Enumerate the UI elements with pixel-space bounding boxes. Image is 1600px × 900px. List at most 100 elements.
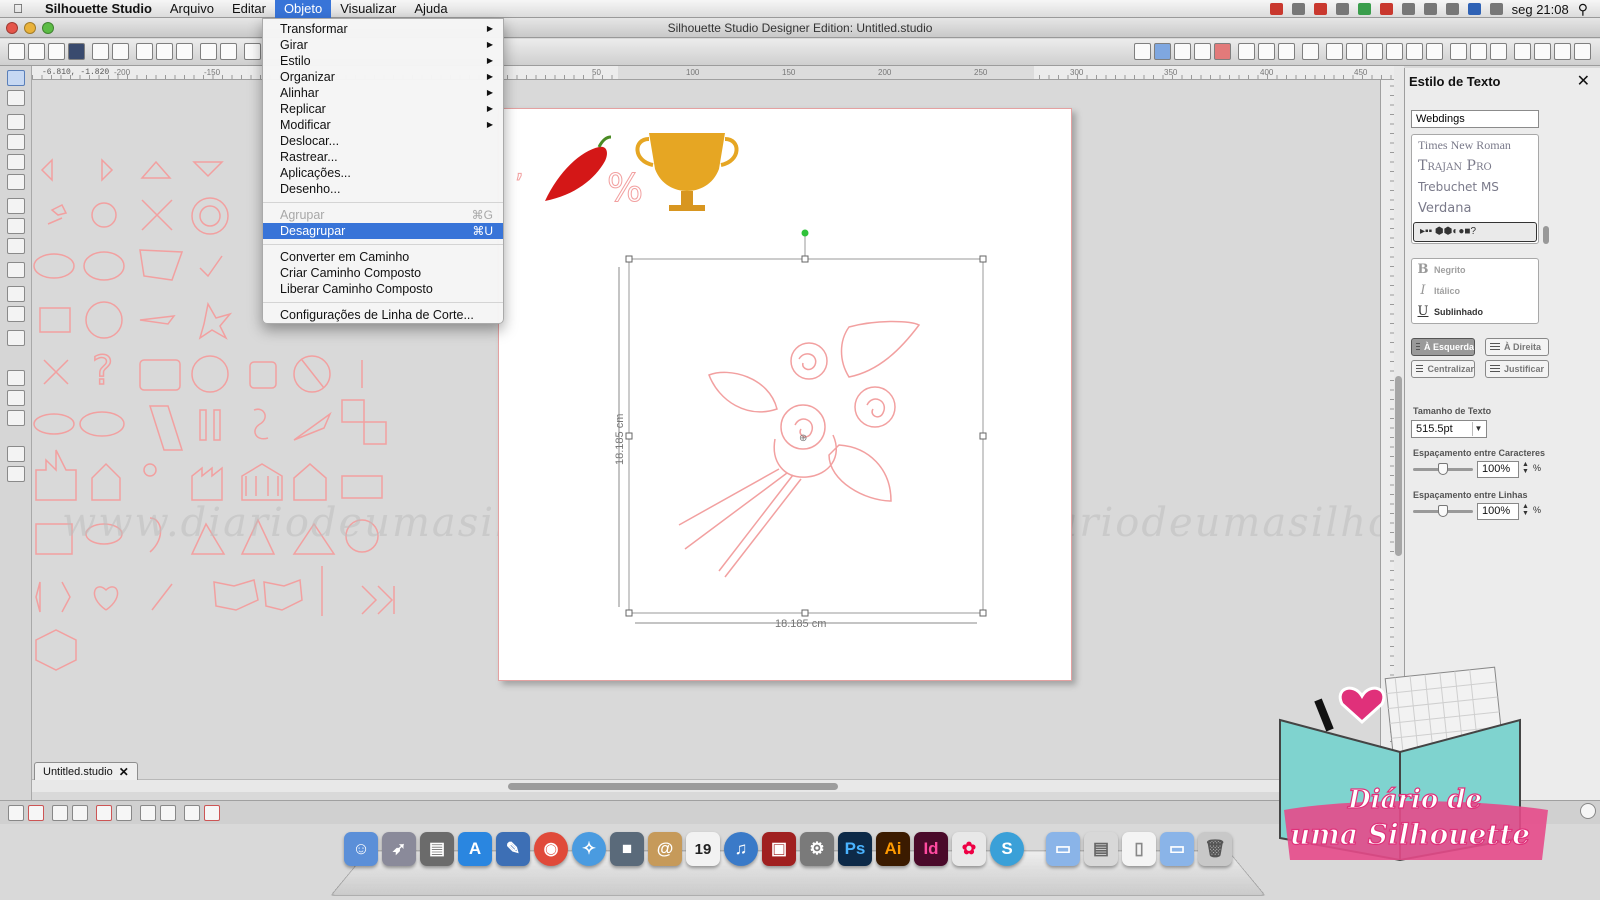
scale-icon[interactable] [1366,43,1383,60]
skype-icon[interactable] [1313,3,1327,15]
rounded-rectangle-tool-icon[interactable] [7,154,25,170]
manager-icon[interactable]: ▤ [420,832,454,866]
eraser-tool-icon[interactable] [7,286,25,302]
text-size-select[interactable]: 515.5pt ▼ [1411,420,1487,438]
modify-icon[interactable] [1278,43,1295,60]
itunes-icon[interactable]: ♫ [724,832,758,866]
design-store-icon[interactable] [1514,43,1531,60]
scissors-icon[interactable] [176,43,193,60]
safari-icon[interactable]: ✧ [572,832,606,866]
menu-app-name[interactable]: Silhouette Studio [36,0,161,18]
freehand-tool-icon[interactable] [7,238,25,254]
menu-item-transformar[interactable]: Transformar ▶ [263,21,503,37]
menu-item-converter-caminho[interactable]: Converter em Caminho [263,249,503,265]
char-spacing-slider[interactable] [1413,463,1473,475]
ellipse-tool-icon[interactable] [7,174,25,190]
menu-objeto[interactable]: Objeto [274,0,332,18]
indesign-icon[interactable]: Id [914,832,948,866]
save-icon[interactable] [48,43,65,60]
print-icon[interactable] [92,43,109,60]
menu-item-deslocar[interactable]: Deslocar... [263,133,503,149]
undo-icon[interactable] [200,43,217,60]
paste-icon[interactable] [156,43,173,60]
facetime-icon[interactable]: ■ [610,832,644,866]
eyedropper-tool-icon[interactable] [7,330,25,346]
bluetooth-icon[interactable] [1423,3,1437,15]
cut-style-icon[interactable] [1214,43,1231,60]
calendar-icon[interactable]: 19 [686,832,720,866]
line-color-icon[interactable] [1154,43,1171,60]
menu-item-rastrear[interactable]: Rastrear... [263,149,503,165]
fill-icon[interactable] [1134,43,1151,60]
page-setup-icon[interactable] [1450,43,1467,60]
char-spacing-knob[interactable] [1438,463,1448,475]
trash-icon[interactable]: 🗑 [1198,832,1232,866]
pause-icon[interactable] [1379,3,1393,15]
sync-icon[interactable] [1357,3,1371,15]
align-icon[interactable] [1238,43,1255,60]
menu-item-estilo[interactable]: Estilo ▶ [263,53,503,69]
app-store-icon[interactable]: A [458,832,492,866]
text-style-icon[interactable] [1302,43,1319,60]
time-machine-icon[interactable] [1401,3,1415,15]
trace-icon[interactable] [1426,43,1443,60]
rectangle-tool-icon[interactable] [7,134,25,150]
font-item-times[interactable]: Times New Roman [1412,135,1538,156]
menu-item-desenho[interactable]: Desenho... [263,181,503,197]
pinwheel-icon[interactable]: ✿ [952,832,986,866]
silhouette-studio-icon[interactable]: S [990,832,1024,866]
font-item-verdana[interactable]: Verdana [1412,198,1538,219]
apple-icon[interactable]:  [0,1,36,16]
line-spacing-stepper[interactable]: ▲ ▼ [1522,503,1529,517]
send-to-silhouette-icon[interactable] [1490,43,1507,60]
transform-icon[interactable] [1326,43,1343,60]
font-item-webdings-selected[interactable]: ▸▪▪ ⬢⬢◐●■? [1413,222,1537,242]
applications-folder-icon[interactable]: ▭ [1046,832,1080,866]
wifi-icon[interactable] [1445,3,1459,15]
compound-path-icon[interactable] [184,805,200,821]
line-spacing-input[interactable]: 100% [1477,503,1519,520]
horizontal-scrollbar[interactable] [32,779,1380,792]
flag-icon[interactable] [1467,3,1481,15]
weld-icon[interactable] [96,805,112,821]
line-tool-icon[interactable] [7,114,25,130]
cutting-mat-page[interactable]: , % 18.185 cm 18.185 cm ⊕ [498,108,1072,681]
contacts-icon[interactable]: @ [648,832,682,866]
copy-icon[interactable] [136,43,153,60]
audio-icon[interactable] [1291,3,1305,15]
close-panel-icon[interactable]: ✕ [1577,71,1590,91]
clock[interactable]: seg 21:08 [1512,2,1569,17]
point-edit-tool-icon[interactable] [7,90,25,106]
offset-icon[interactable] [1406,43,1423,60]
page-view-icon[interactable] [7,370,25,386]
char-spacing-stepper[interactable]: ▲ ▼ [1522,461,1529,475]
italic-option[interactable]: I Itálico [1412,280,1538,301]
preview-icon[interactable]: ✎ [496,832,530,866]
send-back-icon[interactable] [160,805,176,821]
rotate-icon[interactable] [1346,43,1363,60]
menu-item-aplicacoes[interactable]: Aplicações... [263,165,503,181]
system-preferences-icon[interactable]: ⚙ [800,832,834,866]
font-list[interactable]: Times New Roman Trajan Pro Trebuchet MS … [1411,134,1539,244]
bold-option[interactable]: B Negrito [1412,259,1538,280]
menu-item-alinhar[interactable]: Alinhar ▶ [263,85,503,101]
redo-icon[interactable] [220,43,237,60]
select-tool-icon[interactable] [7,70,25,86]
panel-toggle-icon[interactable] [7,446,25,462]
font-item-trajan[interactable]: Trajan Pro [1412,156,1538,177]
page-artwork[interactable]: , % 18.185 cm 18.185 cm ⊕ [499,109,1073,682]
cut-send-icon[interactable] [112,43,129,60]
close-tab-icon[interactable]: ✕ [119,765,129,779]
menu-editar[interactable]: Editar [223,0,275,18]
delete-icon[interactable] [116,805,132,821]
pencil-icon[interactable] [1554,43,1571,60]
shadow-icon[interactable] [1194,43,1211,60]
design-canvas[interactable]: ? www.diariodeumasilhouette.com.br www.d… [32,80,1380,778]
cut-settings-icon[interactable] [1470,43,1487,60]
font-name-input[interactable] [1411,110,1539,128]
acrobat-icon[interactable] [1269,3,1283,15]
menu-arquivo[interactable]: Arquivo [161,0,223,18]
panel-toggle-2-icon[interactable] [7,466,25,482]
downloads-folder-icon[interactable]: ▭ [1160,832,1194,866]
ungroup-icon[interactable] [28,805,44,821]
